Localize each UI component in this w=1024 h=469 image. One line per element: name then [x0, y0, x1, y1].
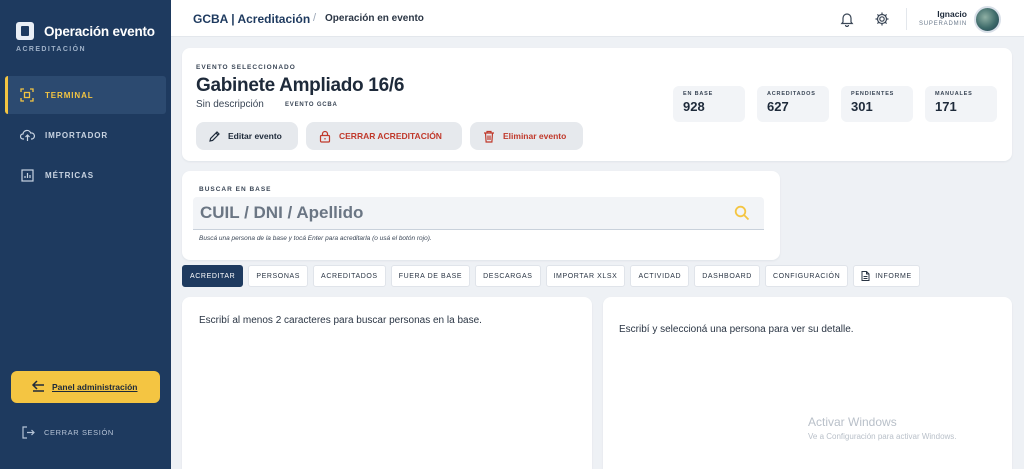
sidebar-item-importador[interactable]: IMPORTADOR: [5, 116, 166, 154]
stat-manuales: MANUALES 171: [925, 86, 997, 122]
app-title: GCBA | Acreditación: [193, 12, 311, 26]
stat-en-base: EN BASE 928: [673, 86, 745, 122]
sidebar: Operación evento ACREDITACIÓN TERMINAL I…: [0, 0, 171, 469]
brand: Operación evento: [16, 22, 155, 40]
tab-acreditados[interactable]: ACREDITADOS: [313, 265, 386, 287]
user-name: Ignacio: [937, 9, 967, 19]
sidebar-nav: TERMINAL IMPORTADOR MÉTRICAS: [5, 76, 166, 196]
admin-panel-button[interactable]: Panel administración: [11, 371, 160, 403]
cloud-upload-icon: [19, 127, 35, 143]
close-accreditation-label: CERRAR ACREDITACIÓN: [339, 131, 442, 141]
document-icon: [861, 271, 870, 281]
logout-button[interactable]: CERRAR SESIÓN: [22, 426, 114, 439]
search-input[interactable]: [193, 197, 764, 230]
stat-label: ACREDITADOS: [767, 91, 816, 97]
bell-icon[interactable]: [839, 11, 855, 28]
sidebar-item-terminal[interactable]: TERMINAL: [5, 76, 166, 114]
arrow-left-icon: [31, 379, 45, 395]
sidebar-item-metricas[interactable]: MÉTRICAS: [5, 156, 166, 194]
event-label: EVENTO SELECCIONADO: [196, 64, 296, 71]
trash-icon: [483, 130, 496, 143]
breadcrumb-separator: /: [313, 12, 317, 24]
delete-event-label: Eliminar evento: [503, 131, 567, 141]
grid-scan-icon: [19, 87, 35, 103]
sidebar-item-label: TERMINAL: [45, 90, 94, 100]
stat-acreditados: ACREDITADOS 627: [757, 86, 829, 122]
windows-activation-watermark: Activar Windows Ve a Configuración para …: [808, 415, 957, 441]
gear-icon[interactable]: [874, 11, 890, 27]
stat-label: EN BASE: [683, 91, 714, 97]
brand-title: Operación evento: [44, 23, 155, 39]
close-accreditation-button[interactable]: CERRAR ACREDITACIÓN: [306, 122, 462, 150]
stat-label: MANUALES: [935, 91, 973, 97]
tab-label: INFORME: [875, 272, 912, 280]
search-icon[interactable]: [734, 205, 750, 221]
stat-label: PENDIENTES: [851, 91, 895, 97]
edit-event-label: Editar evento: [228, 131, 282, 141]
user-info: Ignacio SUPERADMIN: [919, 9, 967, 27]
user-role: SUPERADMIN: [918, 21, 967, 27]
stat-value: 171: [935, 99, 957, 114]
search-card: BUSCAR EN BASE Buscá una persona de la b…: [182, 171, 780, 260]
delete-event-button[interactable]: Eliminar evento: [470, 122, 583, 150]
top-header: GCBA | Acreditación / Operación en event…: [171, 0, 1024, 37]
tab-informe[interactable]: INFORME: [853, 265, 920, 287]
search-help-text: Buscá una persona de la base y tocá Ente…: [199, 235, 432, 242]
lock-icon: [319, 130, 332, 143]
tab-acreditar[interactable]: ACREDITAR: [182, 265, 244, 287]
tab-configuracion[interactable]: CONFIGURACIÓN: [764, 265, 849, 287]
event-card: EVENTO SELECCIONADO Gabinete Ampliado 16…: [182, 48, 1012, 161]
edit-event-button[interactable]: Editar evento: [196, 122, 298, 150]
event-tag: EVENTO GCBA: [285, 102, 338, 108]
breadcrumb: Operación en evento: [325, 13, 424, 24]
tab-actividad[interactable]: ACTIVIDAD: [630, 265, 690, 287]
bar-chart-icon: [19, 167, 35, 183]
stat-value: 301: [851, 99, 873, 114]
search-results-panel: Escribí al menos 2 caracteres para busca…: [182, 297, 592, 469]
tab-personas[interactable]: PERSONAS: [248, 265, 309, 287]
event-description: Sin descripción: [196, 99, 264, 110]
watermark-title: Activar Windows: [808, 415, 897, 429]
sidebar-item-label: IMPORTADOR: [45, 130, 109, 140]
person-detail-panel: Escribí y seleccioná una persona para ve…: [603, 297, 1012, 469]
search-label: BUSCAR EN BASE: [199, 186, 272, 193]
logout-icon: [22, 426, 35, 439]
sidebar-item-label: MÉTRICAS: [45, 170, 94, 180]
stat-value: 928: [683, 99, 705, 114]
tab-bar: ACREDITAR PERSONAS ACREDITADOS FUERA DE …: [182, 265, 925, 287]
avatar[interactable]: [974, 6, 1001, 33]
logout-label: CERRAR SESIÓN: [44, 428, 114, 437]
brand-subtitle: ACREDITACIÓN: [16, 46, 86, 53]
tab-fuera-de-base[interactable]: FUERA DE BASE: [390, 265, 471, 287]
tab-importar-xlsx[interactable]: IMPORTAR XLSX: [545, 265, 626, 287]
pencil-icon: [208, 130, 221, 143]
empty-state-text: Escribí y seleccioná una persona para ve…: [619, 324, 854, 335]
tab-descargas[interactable]: DESCARGAS: [475, 265, 541, 287]
event-title: Gabinete Ampliado 16/6: [196, 75, 405, 96]
stat-value: 627: [767, 99, 789, 114]
admin-panel-label: Panel administración: [52, 382, 138, 392]
building-icon: [16, 22, 34, 40]
header-divider: [906, 8, 907, 30]
tab-dashboard[interactable]: DASHBOARD: [694, 265, 760, 287]
empty-state-text: Escribí al menos 2 caracteres para busca…: [199, 315, 482, 326]
stat-pendientes: PENDIENTES 301: [841, 86, 913, 122]
watermark-subtitle: Ve a Configuración para activar Windows.: [808, 432, 957, 441]
